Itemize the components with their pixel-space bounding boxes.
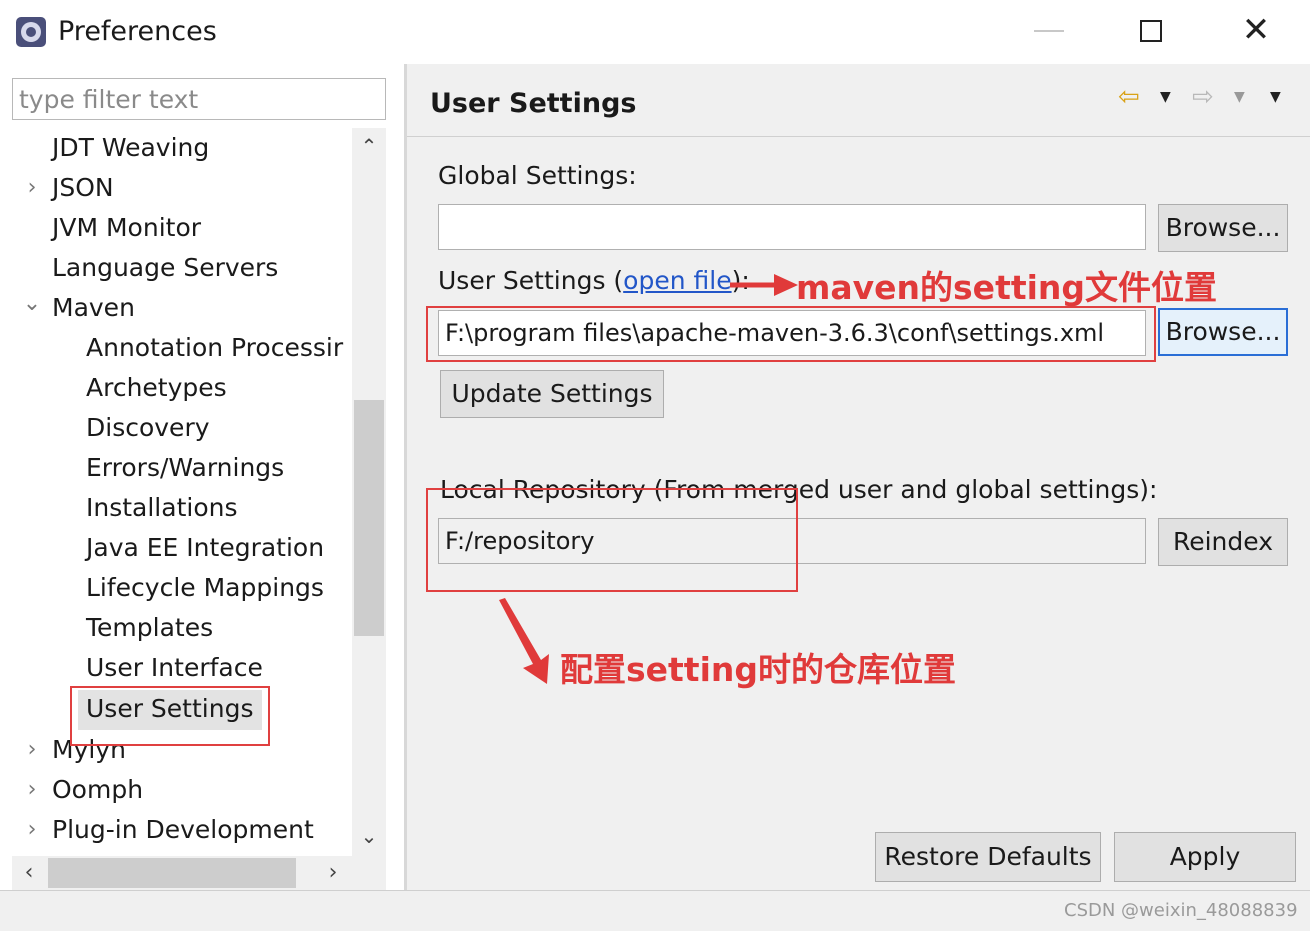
expand-chevron-icon[interactable]: › — [22, 770, 42, 810]
tree-item-oomph[interactable]: Oomph — [52, 770, 143, 810]
scroll-up-arrow-icon[interactable]: ⌃ — [352, 128, 386, 164]
tree-item-label: Errors/Warnings — [86, 453, 285, 482]
tree-item-label: Oomph — [52, 775, 144, 804]
open-file-link[interactable]: open file — [623, 266, 731, 295]
annotation-repository-note: 配置setting时的仓库位置 — [560, 650, 956, 689]
vertical-scroll-thumb[interactable] — [354, 400, 384, 636]
tree-item-maven[interactable]: Maven — [52, 288, 135, 328]
window-title: Preferences — [58, 16, 217, 47]
annotation-user-settings-note: maven的setting文件位置 — [796, 268, 1218, 307]
annotation-box-local-repository — [426, 488, 798, 592]
tree-item-jvm-monitor[interactable]: JVM Monitor — [52, 208, 201, 248]
eclipse-preferences-icon — [16, 17, 46, 47]
tree-item-label: JSON — [52, 173, 114, 202]
watermark: CSDN @weixin_48088839 — [1064, 900, 1298, 921]
collapse-chevron-icon[interactable]: ⌄ — [22, 284, 42, 324]
global-settings-field[interactable] — [438, 204, 1146, 250]
expand-chevron-icon[interactable]: › — [22, 810, 42, 850]
restore-defaults-button[interactable]: Restore Defaults — [875, 832, 1101, 882]
update-settings-button[interactable]: Update Settings — [440, 370, 664, 418]
reindex-button[interactable]: Reindex — [1158, 518, 1288, 566]
tree-item-language-servers[interactable]: Language Servers — [52, 248, 278, 288]
tree-item-lifecycle-mappings[interactable]: Lifecycle Mappings — [86, 568, 324, 608]
tree-item-label: Maven — [52, 293, 135, 322]
tree-item-label: Archetypes — [86, 373, 227, 402]
horizontal-scroll-thumb[interactable] — [48, 858, 296, 888]
tree-item-label: Lifecycle Mappings — [86, 573, 324, 602]
tree-item-label: Templates — [86, 613, 214, 642]
tree-item-plugin-development[interactable]: Plug-in Development — [52, 810, 314, 850]
tree-item-discovery[interactable]: Discovery — [86, 408, 210, 448]
tree-item-templates[interactable]: Templates — [86, 608, 213, 648]
global-browse-button[interactable]: Browse... — [1158, 204, 1288, 252]
view-menu-icon[interactable]: ▼ — [1270, 82, 1281, 112]
close-icon[interactable]: ✕ — [1236, 10, 1276, 50]
scroll-right-arrow-icon[interactable]: › — [316, 856, 350, 890]
expand-chevron-icon[interactable]: › — [22, 168, 42, 208]
tree-item-errors-warnings[interactable]: Errors/Warnings — [86, 448, 284, 488]
tree-item-json[interactable]: JSON — [52, 168, 114, 208]
tree-item-label: Plug-in Development — [52, 815, 314, 844]
user-settings-label: User Settings (open file): — [438, 263, 750, 299]
expand-chevron-icon[interactable]: › — [22, 730, 42, 770]
page-title: User Settings — [430, 88, 637, 119]
tree-item-label: Language Servers — [52, 253, 279, 282]
tree-item-label: Java EE Integration — [86, 533, 325, 562]
tree-item-java-ee-integration[interactable]: Java EE Integration — [86, 528, 324, 568]
tree-item-label: JVM Monitor — [52, 213, 202, 242]
annotation-box-user-settings — [70, 686, 270, 746]
preference-tree: JDT Weaving › JSON JVM Monitor Language … — [12, 128, 352, 856]
user-settings-label-text: User Settings ( — [438, 266, 624, 295]
scroll-left-arrow-icon[interactable]: ‹ — [12, 856, 46, 890]
forward-arrow-icon[interactable]: ⇨ — [1192, 82, 1214, 112]
back-arrow-icon[interactable]: ⇦ — [1118, 82, 1140, 112]
back-dropdown-icon[interactable]: ▼ — [1160, 82, 1171, 112]
forward-dropdown-icon[interactable]: ▼ — [1234, 82, 1245, 112]
global-settings-label: Global Settings: — [438, 161, 637, 190]
maximize-icon[interactable] — [1140, 20, 1162, 42]
apply-button[interactable]: Apply — [1114, 832, 1296, 882]
tree-item-jdt-weaving[interactable]: JDT Weaving — [52, 128, 209, 168]
tree-item-archetypes[interactable]: Archetypes — [86, 368, 227, 408]
tree-item-user-interface[interactable]: User Interface — [86, 648, 263, 688]
tree-item-label: JDT Weaving — [52, 133, 210, 162]
tree-item-annotation-processing[interactable]: Annotation Processir — [86, 328, 343, 368]
tree-item-label: Discovery — [86, 413, 210, 442]
tree-item-label: User Interface — [86, 653, 263, 682]
filter-input[interactable] — [12, 78, 386, 120]
minimize-icon[interactable] — [1034, 30, 1064, 32]
tree-item-label: Annotation Processir — [86, 333, 344, 362]
tree-item-installations[interactable]: Installations — [86, 488, 238, 528]
annotation-arrow-right-icon — [730, 274, 798, 296]
annotation-box-user-settings-field — [426, 306, 1156, 362]
annotation-arrow-down-icon — [499, 598, 549, 684]
scroll-down-arrow-icon[interactable]: ⌄ — [352, 818, 386, 854]
tree-item-label: Installations — [86, 493, 238, 522]
user-browse-button[interactable]: Browse... — [1158, 308, 1288, 356]
